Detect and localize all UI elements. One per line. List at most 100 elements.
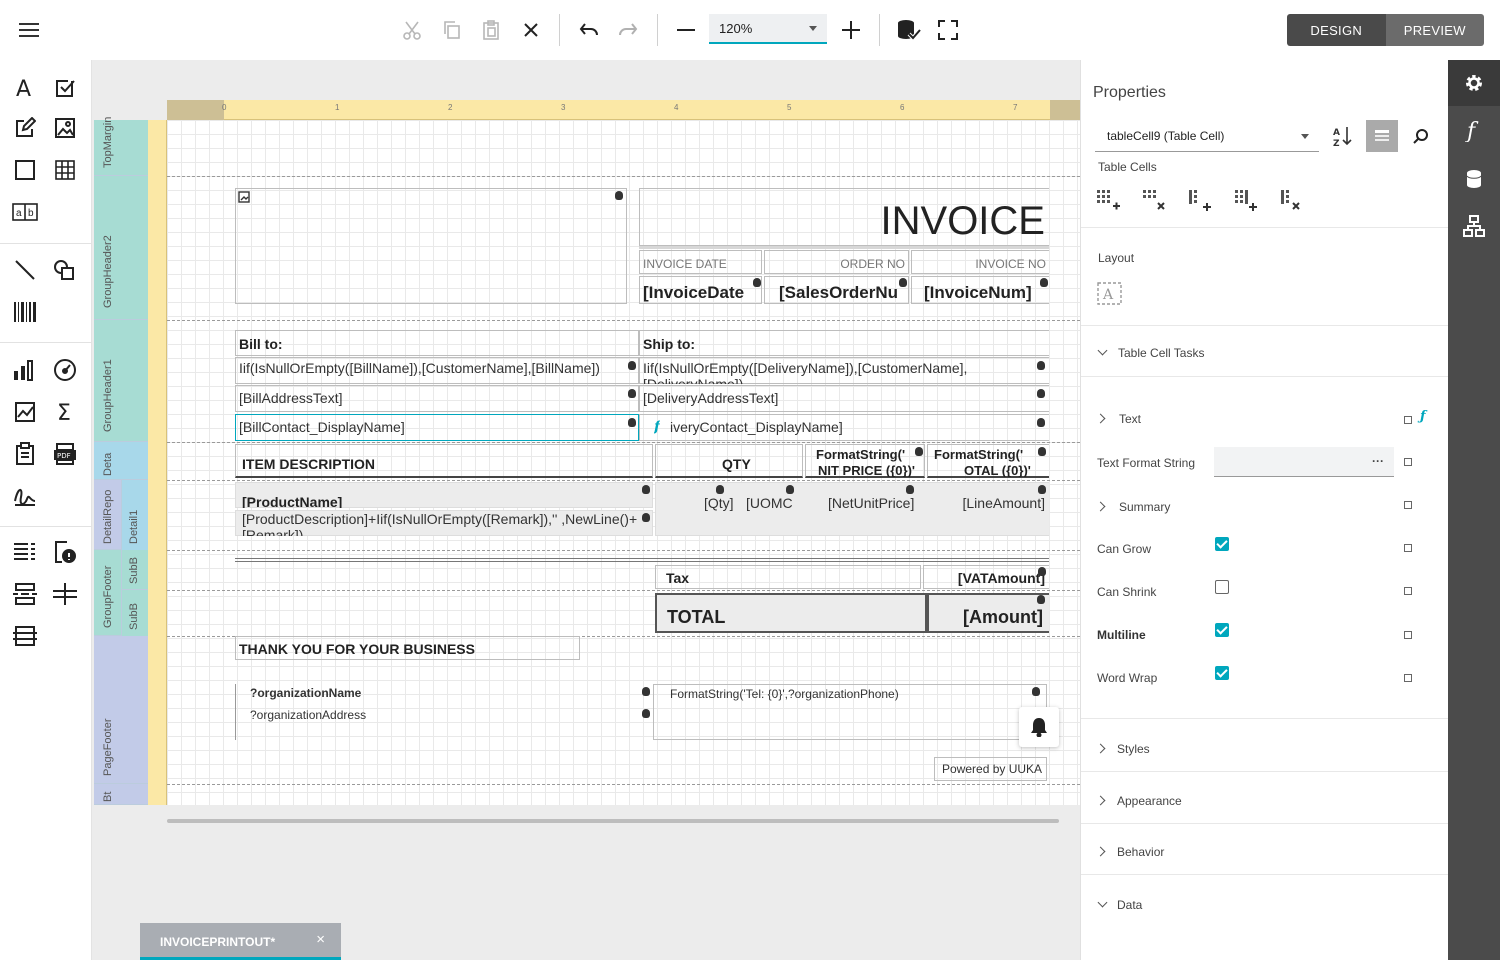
sort-alphabetically-button[interactable]: AZ — [1327, 120, 1359, 152]
delete-icon[interactable] — [517, 16, 545, 44]
text-format-string-input[interactable]: ··· — [1214, 447, 1394, 477]
organization-info-panel[interactable]: ?organizationName ?organizationAddress — [235, 684, 650, 740]
insert-row-above-icon[interactable] — [1097, 190, 1121, 212]
design-surface[interactable]: 0 1 2 3 4 5 6 7 TopMargin GroupHeader2 G… — [92, 60, 1080, 960]
table-tool-icon[interactable] — [51, 156, 79, 184]
organization-phone-cell[interactable]: FormatString('Tel: {0}',?organizationPho… — [653, 684, 1047, 740]
thank-you-cell[interactable]: THANK YOU FOR YOUR BUSINESS — [235, 636, 580, 660]
property-marker-icon[interactable] — [1404, 631, 1412, 639]
invoice-no-header-cell[interactable]: INVOICE NO — [911, 250, 1049, 274]
word-wrap-checkbox[interactable] — [1215, 666, 1229, 680]
delete-row-icon[interactable] — [1143, 190, 1167, 212]
bill-name-cell[interactable]: Iif(IsNullOrEmpty([BillName]),[CustomerN… — [235, 357, 639, 384]
property-marker-icon[interactable] — [1404, 544, 1412, 552]
summary-property-section[interactable]: Summary — [1119, 500, 1170, 514]
checkbox-tool-icon[interactable] — [51, 74, 79, 102]
insert-column-right-icon[interactable] — [1235, 190, 1259, 212]
delete-column-icon[interactable] — [1281, 190, 1305, 212]
design-mode-button[interactable]: DESIGN — [1287, 14, 1386, 46]
band-detail[interactable]: Deta — [94, 442, 148, 480]
property-marker-icon[interactable] — [1404, 416, 1412, 424]
ship-address-cell[interactable]: [DeliveryAddressText] — [639, 385, 1049, 412]
band-sub-1[interactable]: SubB — [128, 557, 140, 584]
ship-name-cell[interactable]: Iif(IsNullOrEmpty([DeliveryName]),[Custo… — [639, 357, 1049, 384]
zoom-out-icon[interactable] — [672, 16, 700, 44]
unit-price-header-cell[interactable]: FormatString(' NIT PRICE ({0})' — [805, 444, 925, 478]
invoice-title-cell[interactable]: INVOICE — [639, 188, 1049, 246]
undo-icon[interactable] — [575, 16, 603, 44]
rich-text-tool-icon[interactable] — [11, 114, 39, 142]
sparkline-tool-icon[interactable] — [11, 398, 39, 426]
hamburger-menu-icon[interactable] — [15, 16, 43, 44]
zoom-in-icon[interactable] — [837, 16, 865, 44]
validate-bindings-icon[interactable] — [895, 16, 923, 44]
table-cell-tasks-section[interactable]: Table Cell Tasks — [1118, 346, 1204, 360]
signature-tool-icon[interactable] — [11, 482, 39, 510]
copy-icon[interactable] — [438, 16, 466, 44]
report-file-tab[interactable]: INVOICEPRINTOUT* × — [140, 923, 341, 960]
label-tool-icon[interactable]: A — [11, 74, 39, 102]
order-no-cell[interactable]: [SalesOrderNu — [764, 276, 909, 304]
item-description-header-cell[interactable]: ITEM DESCRIPTION — [235, 444, 653, 478]
behavior-section[interactable]: Behavior — [1117, 845, 1164, 859]
horizontal-scrollbar[interactable] — [167, 819, 1059, 823]
chart-tool-icon[interactable] — [11, 356, 39, 384]
powered-by-cell[interactable]: Powered by UUKA — [934, 757, 1047, 781]
field-list-tab[interactable] — [1448, 156, 1500, 202]
band-top-margin[interactable]: TopMargin — [94, 117, 148, 176]
paste-icon[interactable] — [477, 16, 505, 44]
product-name-cell[interactable]: [ProductName] — [235, 482, 653, 508]
invoice-date-header-cell[interactable]: INVOICE DATE — [639, 250, 762, 274]
can-shrink-checkbox[interactable] — [1215, 580, 1229, 594]
summary-tool-icon[interactable]: Σ — [51, 398, 79, 426]
report-page[interactable]: INVOICE INVOICE DATE ORDER NO INVOICE NO… — [167, 120, 1080, 805]
total-header-cell[interactable]: FormatString(' OTAL ({0})' — [927, 444, 1049, 478]
categorized-view-button[interactable] — [1366, 120, 1398, 152]
expression-function-icon[interactable]: ƒ — [1420, 409, 1426, 424]
bill-address-cell[interactable]: [BillAddressText] — [235, 385, 639, 412]
vat-amount-cell[interactable]: [VATAmount] — [923, 565, 1049, 589]
page-break-tool-icon[interactable] — [11, 580, 39, 608]
cross-band-line-tool-icon[interactable] — [51, 580, 79, 608]
selected-object-select[interactable]: tableCell9 (Table Cell) — [1095, 120, 1319, 152]
bill-to-cell[interactable]: Bill to: — [235, 330, 639, 356]
shape-tool-icon[interactable] — [51, 256, 79, 284]
property-marker-icon[interactable] — [1404, 674, 1412, 682]
fullscreen-icon[interactable] — [934, 16, 962, 44]
fit-text-icon[interactable]: A — [1097, 282, 1123, 306]
report-explorer-tab[interactable] — [1448, 203, 1500, 249]
invoice-date-cell[interactable]: [InvoiceDate — [639, 276, 762, 304]
band-group-header-1[interactable]: GroupHeader1 — [94, 320, 148, 442]
property-marker-icon[interactable] — [1404, 458, 1412, 466]
close-tab-icon[interactable]: × — [316, 931, 325, 948]
product-description-cell[interactable]: [ProductDescription]+Iif(IsNullOrEmpty([… — [235, 510, 653, 536]
insert-column-icon[interactable] — [1189, 190, 1213, 212]
property-marker-icon[interactable] — [1404, 501, 1412, 509]
barcode-tool-icon[interactable] — [11, 298, 39, 326]
preview-mode-button[interactable]: PREVIEW — [1385, 14, 1484, 46]
panel-tool-icon[interactable] — [11, 156, 39, 184]
text-property-section[interactable]: Text — [1119, 412, 1141, 426]
band-bottom-margin[interactable]: Bt — [94, 784, 148, 805]
zoom-select[interactable]: 120% — [709, 14, 827, 44]
report-info-tool-icon[interactable] — [11, 440, 39, 468]
table-of-contents-tool-icon[interactable] — [11, 538, 39, 566]
logo-picture-box[interactable] — [235, 188, 627, 304]
ellipsis-button[interactable]: ··· — [1372, 454, 1384, 468]
multiline-checkbox[interactable] — [1215, 623, 1229, 637]
line-tool-icon[interactable] — [11, 256, 39, 284]
band-group-footer[interactable]: GroupFooter SubB SubB — [94, 550, 148, 636]
bill-contact-cell-selected[interactable]: [BillContact_DisplayName] — [235, 414, 639, 441]
notifications-bell-button[interactable] — [1019, 707, 1059, 747]
expressions-tab[interactable]: ƒ — [1448, 108, 1500, 154]
band-page-footer[interactable]: PageFooter — [94, 636, 148, 784]
cut-icon[interactable] — [398, 16, 426, 44]
subreport-tool-icon[interactable] — [51, 538, 79, 566]
ship-contact-cell[interactable]: ƒ iveryContact_DisplayName] — [639, 414, 1049, 441]
total-label-cell[interactable]: TOTAL — [655, 593, 927, 633]
order-no-header-cell[interactable]: ORDER NO — [764, 250, 909, 274]
band-detail-report[interactable]: DetailRepo Detail1 — [94, 480, 148, 550]
gauge-tool-icon[interactable] — [51, 356, 79, 384]
redo-icon[interactable] — [614, 16, 642, 44]
detail-values-row[interactable]: [Qty] [UOMC [NetUnitPrice] [LineAmount] — [655, 482, 1049, 536]
